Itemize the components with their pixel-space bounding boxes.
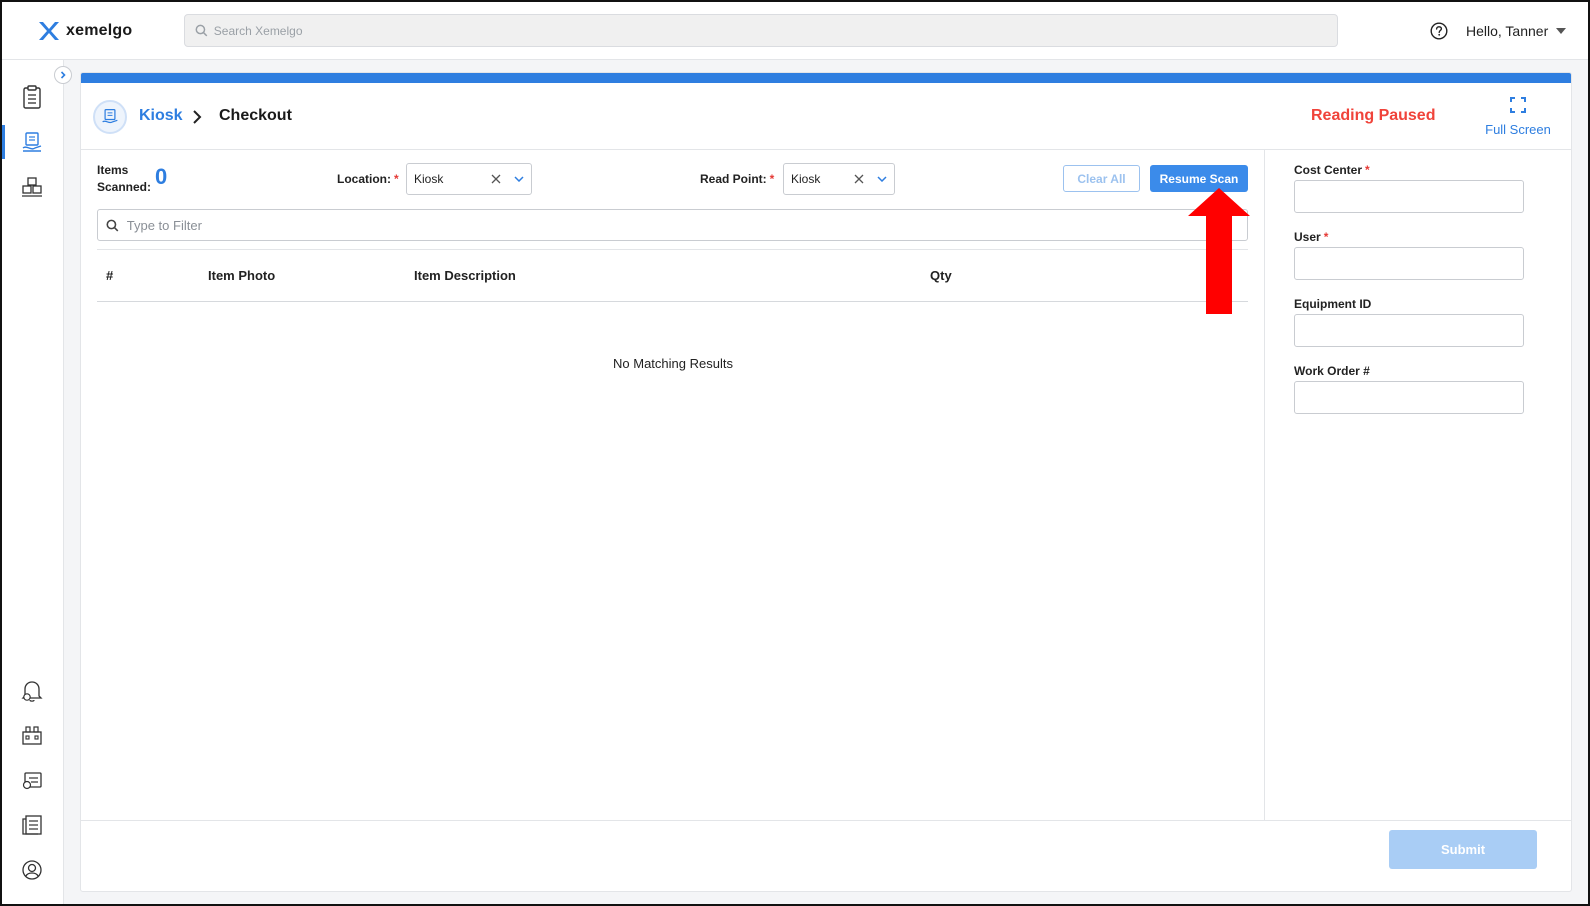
card-footer: Submit: [81, 820, 1571, 891]
column-header-qty[interactable]: Qty: [930, 268, 952, 283]
sidebar-item-report-settings[interactable]: [2, 763, 62, 797]
table-filter[interactable]: [97, 209, 1248, 241]
user-field[interactable]: [1294, 247, 1524, 280]
cost-center-field[interactable]: [1294, 180, 1524, 213]
page-title: Checkout: [219, 107, 292, 124]
column-header-item-photo[interactable]: Item Photo: [208, 268, 275, 283]
chevron-right-icon: [60, 71, 66, 79]
items-table-header: # Item Photo Item Description Qty: [97, 249, 1248, 302]
sidebar: [2, 60, 64, 904]
caret-down-icon: [1556, 28, 1567, 34]
fullscreen-button[interactable]: Full Screen: [1473, 97, 1563, 137]
close-icon: [491, 174, 501, 184]
read-point-select[interactable]: Kiosk: [783, 163, 895, 195]
building-icon: [22, 726, 42, 745]
location-dropdown-toggle[interactable]: [507, 176, 531, 182]
work-order-field[interactable]: [1294, 381, 1524, 414]
search-icon: [106, 219, 119, 231]
red-up-arrow-icon: [1188, 188, 1250, 314]
fullscreen-label: Full Screen: [1485, 122, 1551, 137]
sidebar-item-buildings[interactable]: [2, 718, 62, 752]
sidebar-item-profile[interactable]: [2, 853, 62, 887]
user-greeting: Hello, Tanner: [1466, 23, 1549, 39]
checkout-card: Kiosk Checkout Reading Paused Full Scree…: [80, 72, 1572, 892]
chevron-down-icon: [877, 176, 887, 182]
search-icon: [195, 24, 208, 37]
work-order-label: Work Order #: [1294, 364, 1370, 378]
location-clear-button[interactable]: [485, 174, 507, 184]
column-header-item-description[interactable]: Item Description: [414, 268, 516, 283]
clear-all-button[interactable]: Clear All: [1063, 165, 1140, 192]
column-header-number[interactable]: #: [106, 268, 113, 283]
global-search[interactable]: [184, 14, 1338, 47]
items-scanned-count: 0: [155, 164, 168, 189]
scan-panel: Items Scanned: 0 Location: * Kiosk Read …: [81, 150, 1265, 820]
help-icon[interactable]: [1430, 22, 1448, 40]
alerts-settings-icon: [21, 681, 43, 702]
checkout-form: Cost Center * User * Equipment ID Work Ord…: [1265, 150, 1571, 820]
sidebar-item-inventory[interactable]: [2, 170, 62, 204]
xemelgo-logo-icon: [39, 22, 59, 40]
location-label: Location: *: [337, 172, 399, 186]
card-accent-band: [81, 73, 1571, 83]
read-point-dropdown-toggle[interactable]: [870, 176, 894, 182]
reports-settings-icon: [22, 772, 42, 790]
sidebar-item-alerts[interactable]: [2, 674, 62, 708]
page-header: Kiosk Checkout Reading Paused Full Scree…: [81, 83, 1571, 150]
app-frame: xemelgo Hello, Tanner: [0, 0, 1590, 906]
sidebar-item-clipboard[interactable]: [2, 80, 62, 114]
submit-button[interactable]: Submit: [1389, 830, 1537, 869]
breadcrumb-kiosk-link[interactable]: Kiosk: [139, 107, 183, 125]
filter-input[interactable]: [126, 217, 1247, 233]
chevron-right-icon: [193, 110, 202, 124]
read-point-value: Kiosk: [791, 172, 821, 186]
location-select[interactable]: Kiosk: [406, 163, 532, 195]
kiosk-badge: [93, 100, 127, 134]
user-profile-icon: [22, 860, 42, 880]
user-menu[interactable]: Hello, Tanner: [1466, 23, 1567, 39]
chevron-down-icon: [514, 176, 524, 182]
top-bar: xemelgo Hello, Tanner: [2, 2, 1588, 60]
equipment-id-field[interactable]: [1294, 314, 1524, 347]
location-value: Kiosk: [414, 172, 444, 186]
read-point-clear-button[interactable]: [848, 174, 870, 184]
items-scanned-label: Items Scanned:: [97, 163, 152, 194]
cost-center-label: Cost Center *: [1294, 163, 1370, 177]
brand-name: xemelgo: [66, 22, 133, 39]
kiosk-icon: [102, 109, 118, 124]
inventory-icon: [22, 177, 42, 197]
user-label: User *: [1294, 230, 1329, 244]
reading-status: Reading Paused: [1311, 107, 1436, 124]
sidebar-item-list[interactable]: [2, 808, 62, 842]
empty-state-message: No Matching Results: [613, 356, 733, 371]
global-search-input[interactable]: [213, 23, 1337, 38]
sidebar-expand-toggle[interactable]: [54, 66, 72, 84]
list-icon: [22, 815, 42, 835]
brand-logo[interactable]: xemelgo: [38, 20, 132, 42]
fullscreen-icon: [1510, 97, 1526, 113]
equipment-id-label: Equipment ID: [1294, 297, 1372, 311]
sidebar-item-kiosk[interactable]: [2, 125, 62, 159]
clipboard-icon: [23, 85, 41, 109]
close-icon: [854, 174, 864, 184]
read-point-label: Read Point: *: [700, 172, 775, 186]
kiosk-icon: [22, 132, 42, 152]
